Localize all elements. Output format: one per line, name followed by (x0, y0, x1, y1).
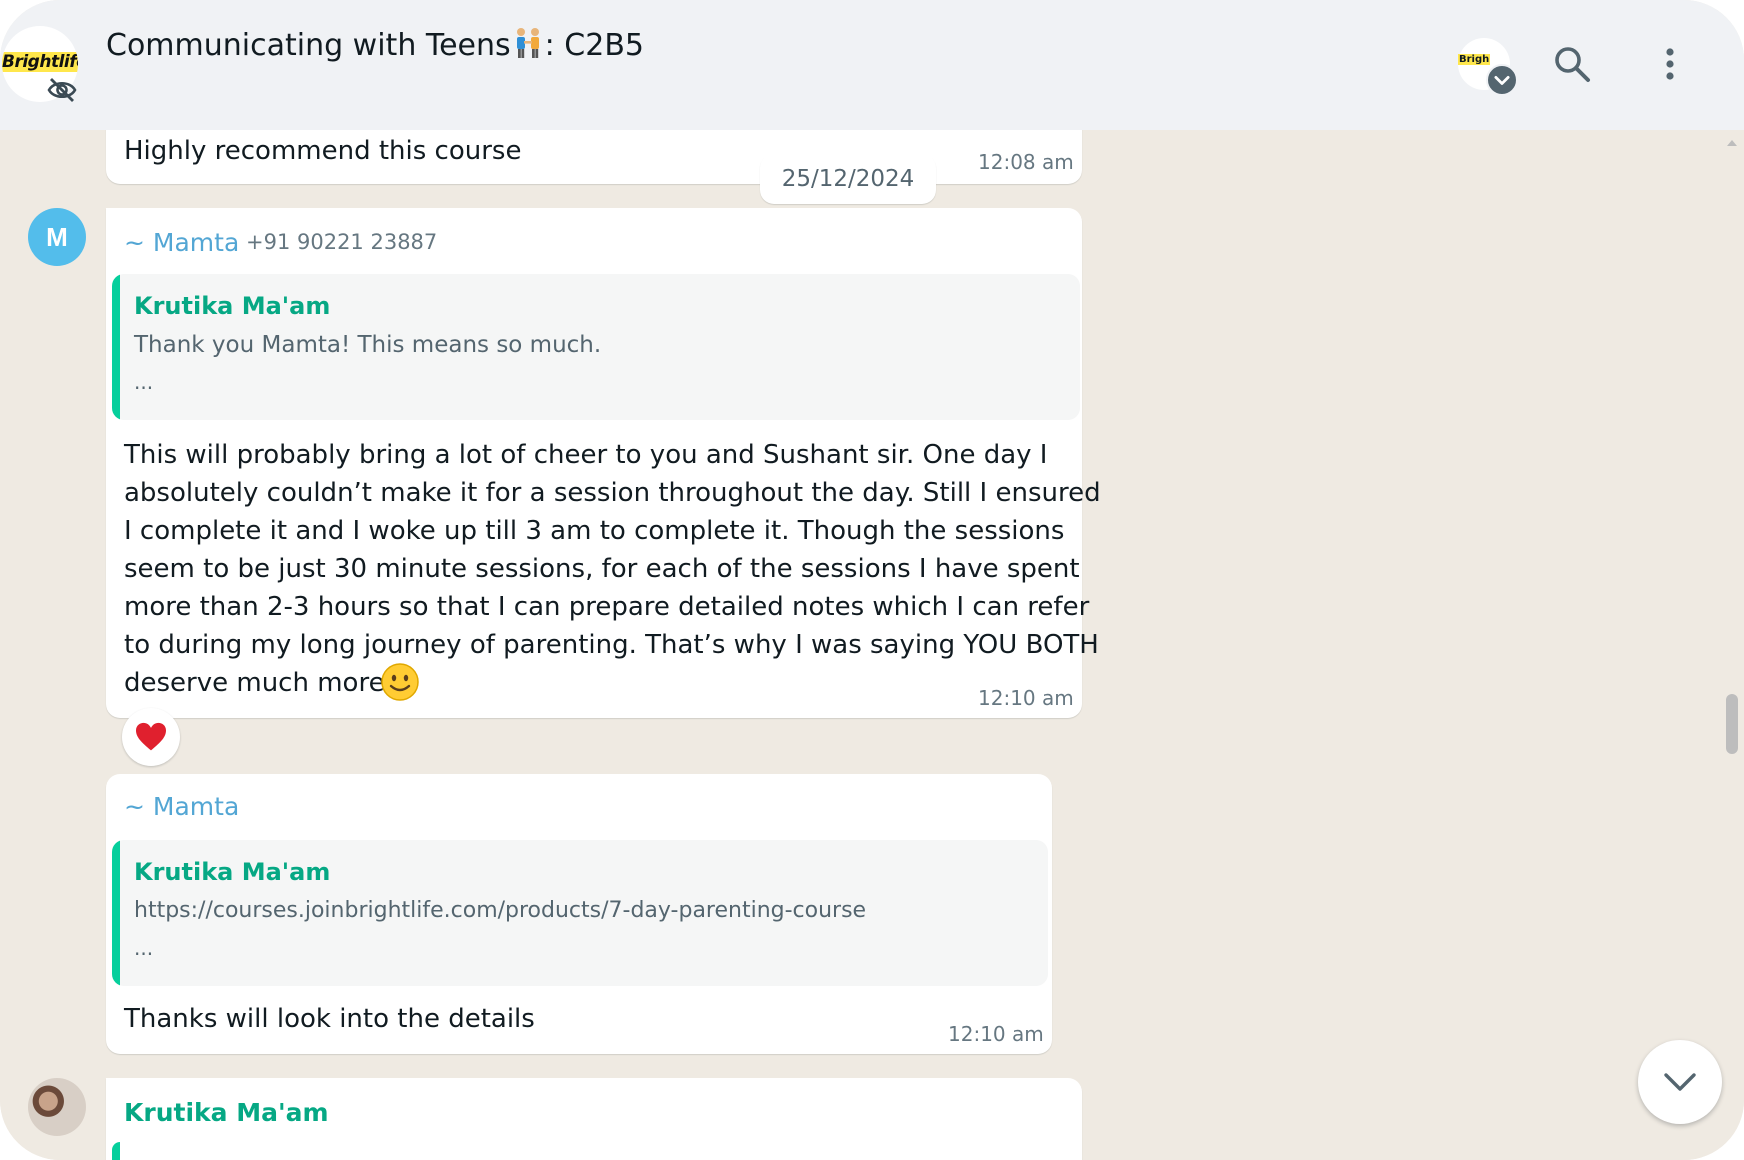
message-text: Thanks will look into the details (124, 1004, 535, 1034)
sender-name[interactable]: ~ Mamta (124, 228, 239, 257)
chat-title[interactable]: Communicating with Teens : C2B5 (106, 26, 644, 63)
search-icon[interactable] (1552, 44, 1592, 84)
quote-ellipsis: ... (134, 936, 154, 960)
chevron-down-icon (1664, 1073, 1696, 1091)
avatar[interactable] (28, 1078, 86, 1136)
message-bubble[interactable]: ~ Mamta +91 90221 23887 Krutika Ma'am Th… (106, 208, 1101, 718)
quote-bar (112, 840, 120, 986)
slightly-smiling-face-icon (381, 663, 419, 701)
reaction-badge[interactable] (122, 708, 180, 766)
message-time: 12:10 am (948, 1022, 1044, 1046)
message-time: 12:08 am (978, 150, 1074, 174)
chat-header[interactable]: Brightlife Communicating with Teens : C2… (0, 0, 1744, 130)
message-line: I complete it and I woke up till 3 am to… (124, 516, 1065, 546)
scroll-up-arrow-icon[interactable] (1726, 138, 1738, 148)
quote-ellipsis: ... (134, 370, 154, 394)
message-line: deserve much more (124, 668, 385, 698)
scroll-to-bottom-button[interactable] (1638, 1040, 1722, 1124)
quote-text: Thank you Mamta! This means so much. (134, 332, 602, 358)
sender-name[interactable]: ~ Mamta (124, 792, 239, 821)
message-line: This will probably bring a lot of cheer … (124, 440, 1048, 470)
chat-window: Brightlife Communicating with Teens : C2… (0, 0, 1744, 1160)
quoted-message[interactable]: Krutika Ma'am Thank you Mamta! This mean… (112, 274, 1080, 420)
message-bubble[interactable]: ~ Mamta Krutika Ma'am https://courses.jo… (106, 774, 1052, 1054)
more-vertical-icon[interactable] (1660, 44, 1680, 84)
chevron-down-icon[interactable] (1486, 64, 1518, 96)
quote-author: Krutika Ma'am (134, 858, 331, 886)
mini-logo: Brigh (1458, 54, 1491, 65)
brightlife-logo: Brightlife (2, 52, 78, 72)
message-bubble[interactable]: Krutika Ma'am (106, 1078, 1082, 1160)
quote-link-text: https://courses.joinbrightlife.com/produ… (134, 898, 867, 923)
red-heart-icon (136, 722, 166, 751)
chat-title-suffix: : C2B5 (544, 28, 645, 63)
sender-name[interactable]: Krutika Ma'am (124, 1098, 329, 1127)
quote-bar (112, 274, 120, 420)
people-holding-hands-icon (516, 28, 539, 58)
message-text: Highly recommend this course (124, 136, 522, 166)
quote-bar (112, 1142, 120, 1160)
message-line: absolutely couldn’t make it for a sessio… (124, 478, 1101, 508)
eye-off-icon (47, 78, 77, 102)
message-time: 12:10 am (978, 686, 1074, 710)
date-divider: 25/12/2024 (760, 154, 936, 204)
message-line: more than 2-3 hours so that I can prepar… (124, 592, 1090, 622)
quoted-message[interactable]: Krutika Ma'am https://courses.joinbright… (112, 840, 1048, 986)
chat-title-text: Communicating with Teens (106, 28, 511, 63)
quote-author: Krutika Ma'am (134, 292, 331, 320)
sender-phone: +91 90221 23887 (246, 230, 438, 254)
scrollbar-thumb[interactable] (1726, 694, 1738, 754)
message-line: seem to be just 30 minute sessions, for … (124, 554, 1080, 584)
message-line: to during my long journey of parenting. … (124, 630, 1099, 660)
avatar[interactable]: M (28, 208, 86, 266)
